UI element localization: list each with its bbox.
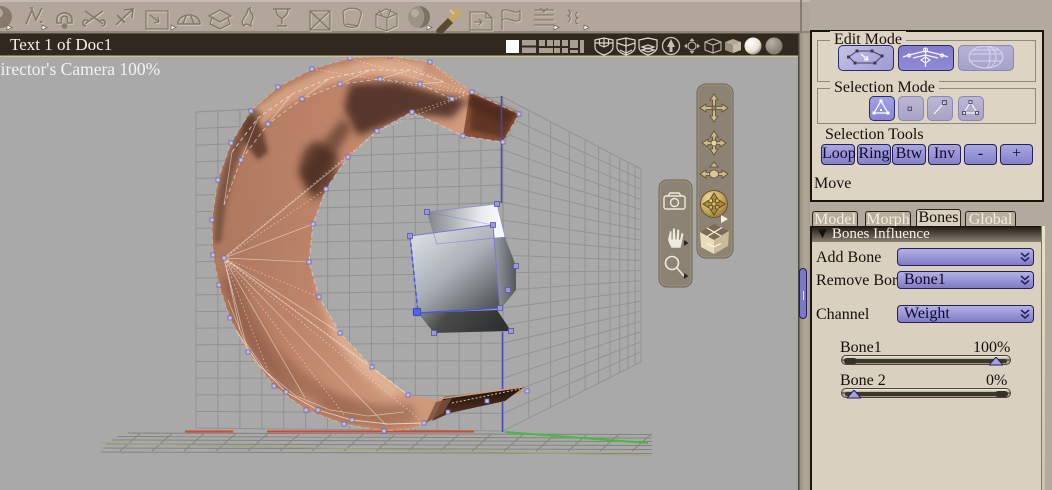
svg-text:Text 1 of Doc1: Text 1 of Doc1 [10, 35, 112, 54]
svg-text:Director's Camera 100%: Director's Camera 100% [0, 59, 160, 79]
